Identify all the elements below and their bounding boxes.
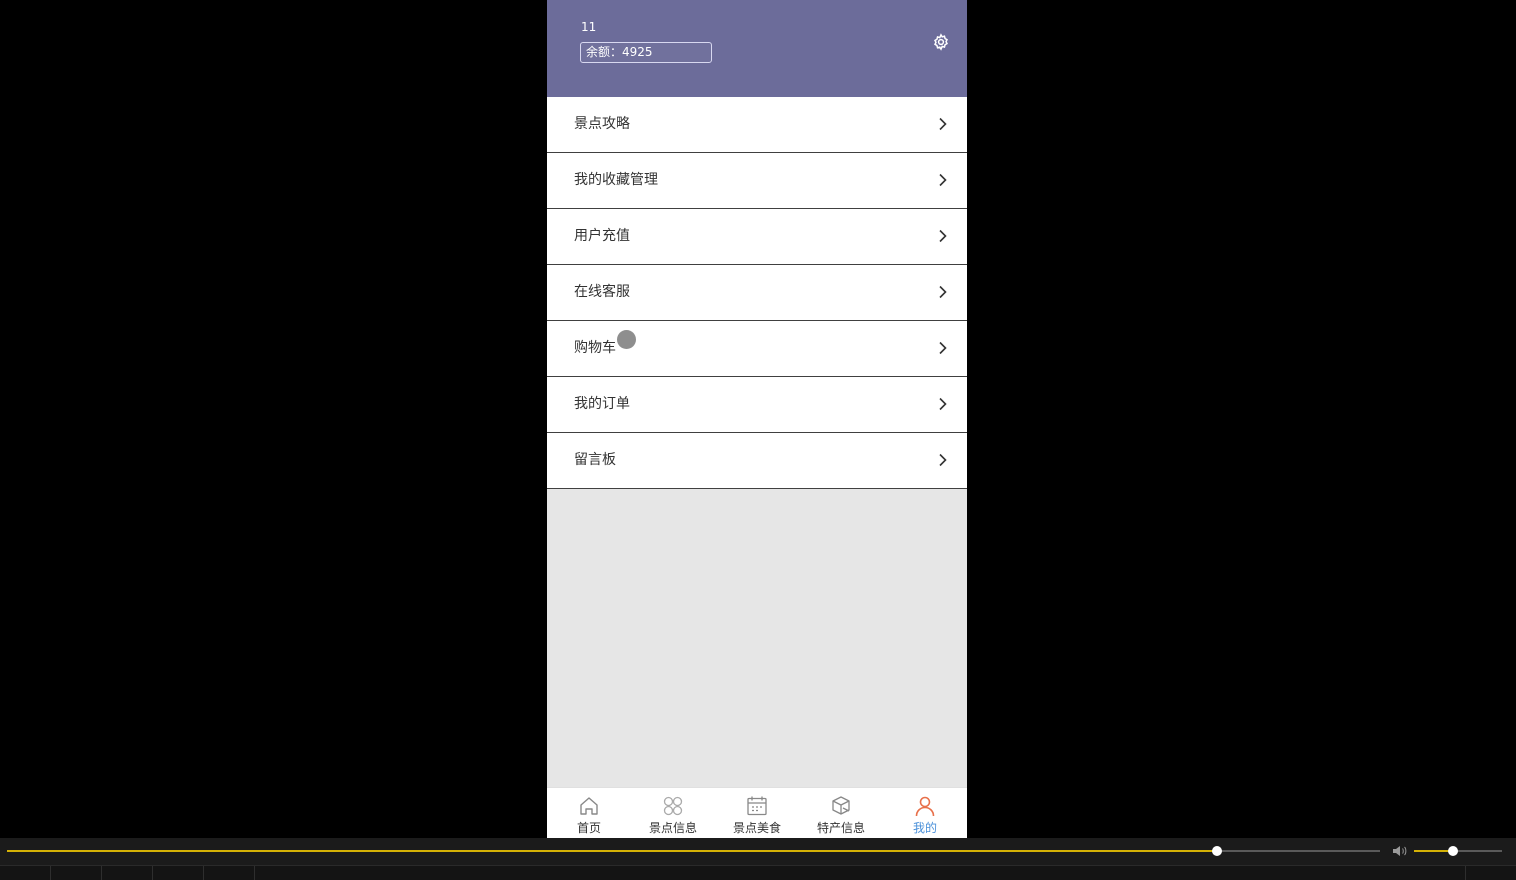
menu-item-recharge[interactable]: 用户充值 <box>547 209 967 265</box>
chevron-right-icon <box>939 341 947 355</box>
menu-list: 景点攻略 我的收藏管理 用户充值 在线客服 购物车 我的订单 留言板 <box>547 97 967 489</box>
chevron-right-icon <box>939 173 947 187</box>
toolbar-divider <box>254 866 255 880</box>
tab-label: 景点美食 <box>732 821 781 835</box>
tab-label: 我的 <box>912 821 937 835</box>
box-icon <box>832 796 850 815</box>
chevron-right-icon <box>939 229 947 243</box>
grid-icon <box>663 796 683 816</box>
seek-bar-progress <box>7 850 1217 852</box>
bottom-tab-bar: 首页 景点信息 景点美食 特产信息 我的 <box>547 787 967 838</box>
toolbar-divider <box>50 866 51 880</box>
menu-item-label: 留言板 <box>574 452 616 468</box>
volume-slider[interactable] <box>1414 846 1502 856</box>
volume-icon[interactable] <box>1392 844 1408 858</box>
menu-item-label: 景点攻略 <box>574 116 630 132</box>
toolbar-divider <box>203 866 204 880</box>
menu-item-label: 用户充值 <box>574 228 630 244</box>
video-player-controls <box>0 838 1516 880</box>
touch-cursor-indicator <box>617 330 636 349</box>
tab-home[interactable]: 首页 <box>547 788 631 838</box>
gear-icon <box>934 33 948 51</box>
chevron-right-icon <box>939 453 947 467</box>
toolbar-divider <box>101 866 102 880</box>
tab-label: 首页 <box>576 821 601 835</box>
toolbar-divider <box>152 866 153 880</box>
toolbar-divider <box>1465 866 1466 880</box>
menu-item-label: 购物车 <box>574 340 616 356</box>
tab-specialties[interactable]: 特产信息 <box>799 788 883 838</box>
tab-mine[interactable]: 我的 <box>883 788 967 838</box>
menu-item-favorites[interactable]: 我的收藏管理 <box>547 153 967 209</box>
tab-food[interactable]: 景点美食 <box>715 788 799 838</box>
settings-button[interactable] <box>932 33 950 51</box>
home-icon <box>580 797 598 815</box>
menu-item-label: 在线客服 <box>574 284 630 300</box>
menu-item-label: 我的收藏管理 <box>574 172 658 188</box>
calendar-icon <box>747 796 767 816</box>
volume-slider-handle[interactable] <box>1447 846 1458 856</box>
profile-header: 11 余额：4925 <box>547 0 967 97</box>
menu-item-label: 我的订单 <box>574 396 630 412</box>
tab-label: 特产信息 <box>816 821 865 835</box>
chevron-right-icon <box>939 117 947 131</box>
menu-item-message-board[interactable]: 留言板 <box>547 433 967 489</box>
tab-label: 景点信息 <box>648 821 697 835</box>
menu-item-travel-guide[interactable]: 景点攻略 <box>547 97 967 153</box>
mobile-app-screen: 11 余额：4925 景点攻略 我的收藏管理 用户充值 在线客服 购物车 我的订… <box>547 0 967 838</box>
username: 11 <box>581 20 597 34</box>
menu-item-cart[interactable]: 购物车 <box>547 321 967 377</box>
balance-display: 余额：4925 <box>580 42 712 63</box>
seek-bar[interactable] <box>7 846 1380 856</box>
video-frame: 11 余额：4925 景点攻略 我的收藏管理 用户充值 在线客服 购物车 我的订… <box>0 0 1516 880</box>
menu-item-orders[interactable]: 我的订单 <box>547 377 967 433</box>
chevron-right-icon <box>939 285 947 299</box>
volume-slider-level <box>1414 850 1453 852</box>
seek-bar-handle[interactable] <box>1211 846 1222 856</box>
user-icon <box>915 796 935 817</box>
tab-attractions[interactable]: 景点信息 <box>631 788 715 838</box>
chevron-right-icon <box>939 397 947 411</box>
player-toolbar <box>0 865 1516 880</box>
menu-item-customer-service[interactable]: 在线客服 <box>547 265 967 321</box>
